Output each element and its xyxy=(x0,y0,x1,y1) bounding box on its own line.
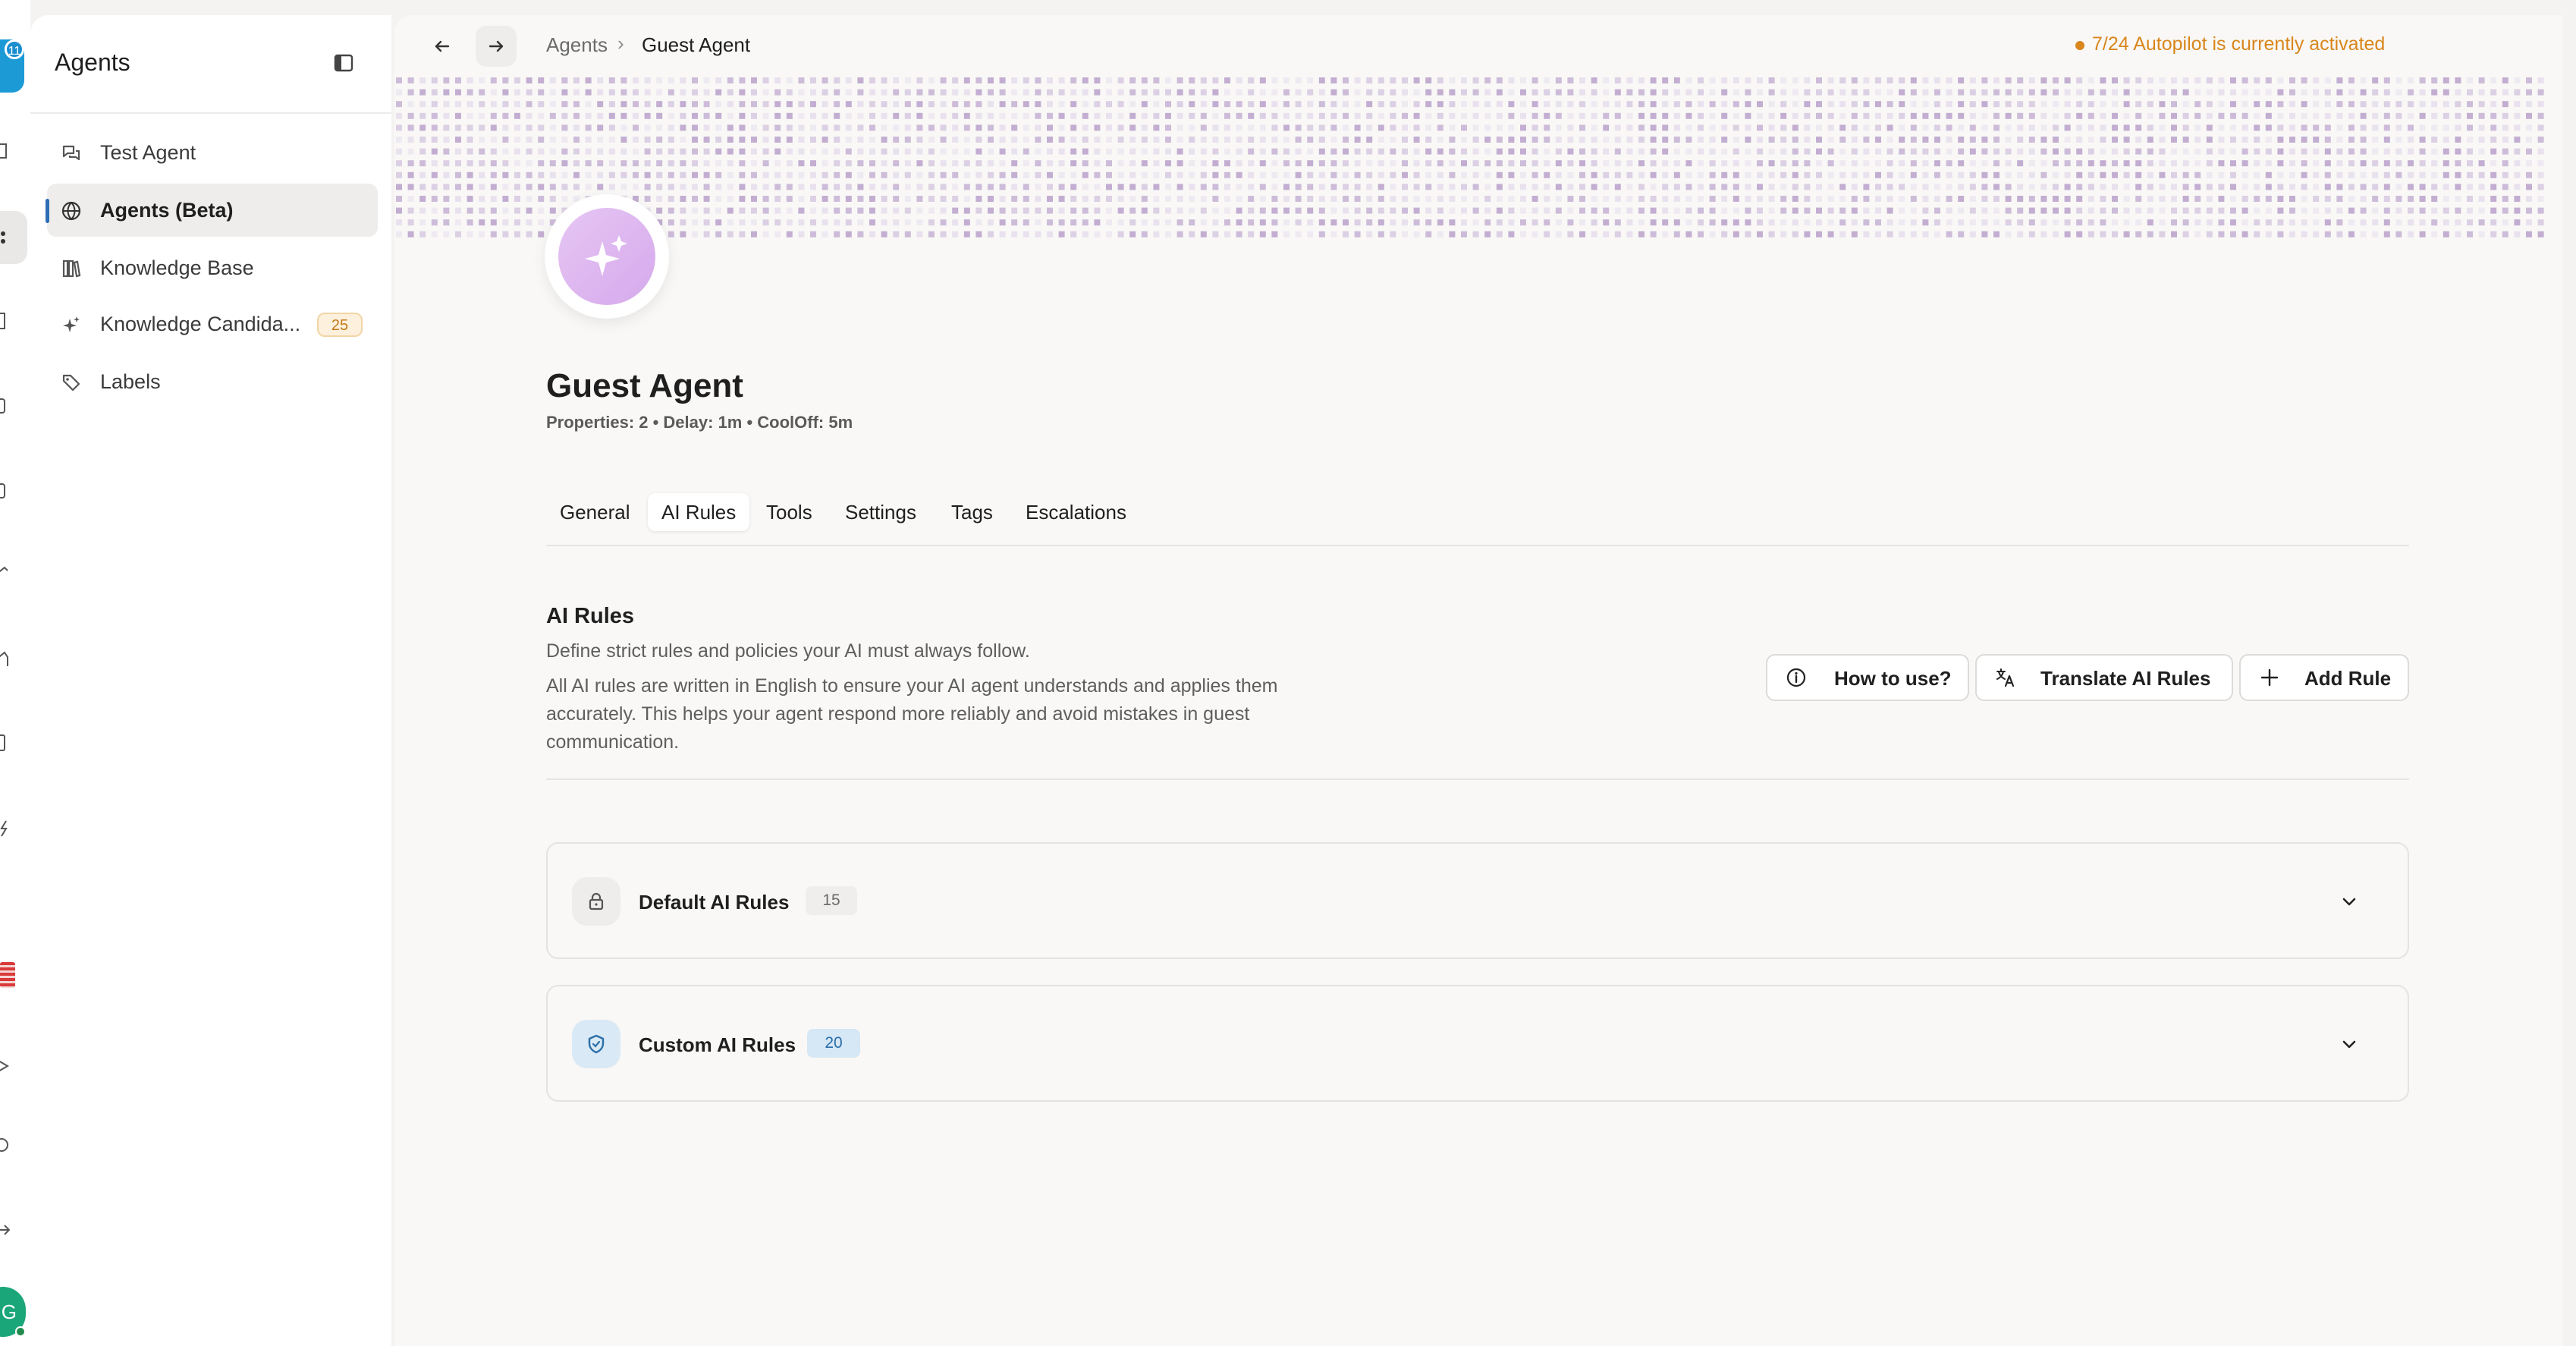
chevron-down-icon[interactable] xyxy=(2338,1033,2361,1056)
tags-icon xyxy=(61,372,82,393)
tab-settings[interactable]: Settings xyxy=(845,493,916,531)
how-to-use-button[interactable]: How to use? xyxy=(1766,654,1969,701)
tab-escalations[interactable]: Escalations xyxy=(1026,493,1126,531)
sidebar-item-label: Test Agent xyxy=(100,141,196,164)
sparkles-icon xyxy=(581,231,633,282)
send-icon[interactable] xyxy=(0,1056,12,1076)
accordion-title: Custom AI Rules xyxy=(639,1033,796,1056)
custom-ai-rules-accordion[interactable]: Custom AI Rules 20 xyxy=(546,985,2409,1102)
arrow-right-icon xyxy=(488,40,504,52)
sidebar-divider xyxy=(30,112,391,114)
shield-icon xyxy=(572,1020,620,1068)
image-icon[interactable] xyxy=(0,396,12,416)
lock-icon xyxy=(572,877,620,926)
sidebar-item-labels[interactable]: Labels xyxy=(47,355,378,408)
section-description: All AI rules are written in English to e… xyxy=(546,675,1278,753)
house-icon[interactable] xyxy=(0,565,12,584)
sidebar-collapse-icon[interactable] xyxy=(332,52,355,74)
rule-count-badge: 15 xyxy=(806,886,857,915)
globe-icon xyxy=(61,200,82,222)
tab-ai-rules[interactable]: AI Rules xyxy=(648,493,750,531)
chevron-down-icon[interactable] xyxy=(2338,891,2361,914)
section-divider xyxy=(546,778,2409,780)
active-indicator xyxy=(46,199,49,223)
tabs-divider xyxy=(546,545,2409,546)
sparkles-icon xyxy=(61,314,82,335)
section-title: AI Rules xyxy=(546,604,635,628)
online-status-dot xyxy=(15,1326,26,1337)
sidebar-item-test-agent[interactable]: Test Agent xyxy=(47,126,378,179)
agent-meta: Properties: 2 • Delay: 1m • CoolOff: 5m xyxy=(546,413,853,432)
sidebar-item-label: Agents (Beta) xyxy=(100,199,234,222)
notification-badge: 11 xyxy=(5,39,24,59)
page-title: Guest Agent xyxy=(546,367,743,404)
agent-cover-pattern xyxy=(394,74,2553,243)
sidebar-item-label: Knowledge Base xyxy=(100,256,254,279)
button-label: How to use? xyxy=(1834,667,1952,690)
logout-icon[interactable] xyxy=(0,1220,12,1240)
sidebar-item-label: Labels xyxy=(100,370,161,393)
forward-button[interactable] xyxy=(476,26,517,67)
rule-count-badge: 20 xyxy=(807,1029,860,1058)
add-rule-button[interactable]: Add Rule xyxy=(2239,654,2409,701)
bolt-icon[interactable] xyxy=(0,818,12,838)
home-icon[interactable] xyxy=(0,649,12,669)
gear-icon[interactable] xyxy=(0,1135,12,1155)
breadcrumb-agents-link[interactable]: Agents xyxy=(546,33,608,57)
flag-icon[interactable] xyxy=(0,962,15,988)
books-icon xyxy=(61,258,82,279)
plus-icon xyxy=(2259,667,2280,688)
building-icon[interactable] xyxy=(0,141,12,161)
sidebar-title: Agents xyxy=(55,49,130,76)
chat-bubbles-icon xyxy=(61,143,82,164)
document-icon[interactable] xyxy=(0,311,12,331)
arrow-left-icon xyxy=(435,40,450,52)
share-icon[interactable] xyxy=(0,228,12,247)
count-badge: 25 xyxy=(317,313,363,337)
sidebar-item-agents-beta[interactable]: Agents (Beta) xyxy=(47,184,378,237)
breadcrumb-separator: › xyxy=(617,32,624,55)
translate-ai-rules-button[interactable]: Translate AI Rules xyxy=(1975,654,2233,701)
sidebar-item-knowledge-base[interactable]: Knowledge Base xyxy=(47,241,378,294)
calendar-icon[interactable] xyxy=(0,481,12,501)
default-ai-rules-accordion[interactable]: Default AI Rules 15 xyxy=(546,842,2409,959)
back-button[interactable] xyxy=(422,26,463,67)
breadcrumb-current: Guest Agent xyxy=(642,33,751,56)
section-subtitle: Define strict rules and policies your AI… xyxy=(546,640,1030,662)
button-label: Add Rule xyxy=(2304,667,2392,690)
tab-general[interactable]: General xyxy=(560,493,630,531)
button-label: Translate AI Rules xyxy=(2040,667,2211,690)
info-icon xyxy=(1786,667,1807,688)
tab-tags[interactable]: Tags xyxy=(951,493,993,531)
clipboard-icon[interactable] xyxy=(0,733,12,753)
sidebar-item-label: Knowledge Candida... xyxy=(100,313,301,335)
autopilot-status: 7/24 Autopilot is currently activated xyxy=(2092,33,2386,55)
accordion-title: Default AI Rules xyxy=(639,891,790,914)
translate-icon xyxy=(1995,667,2016,688)
tab-tools[interactable]: Tools xyxy=(766,493,812,531)
